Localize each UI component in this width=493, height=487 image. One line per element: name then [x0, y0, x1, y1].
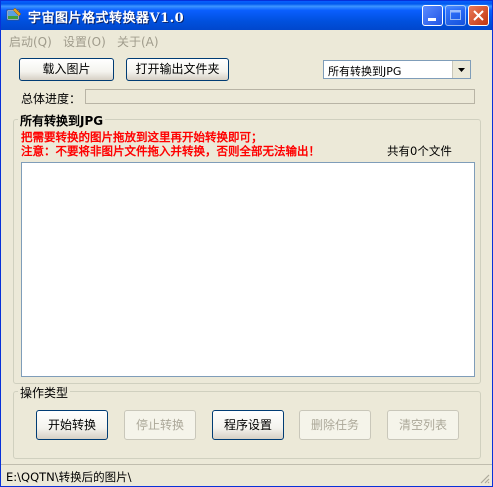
menu-settings[interactable]: 设置(O) — [63, 33, 106, 50]
minimize-button[interactable] — [422, 5, 443, 26]
maximize-icon — [450, 10, 461, 20]
menu-about[interactable]: 关于(A) — [117, 33, 159, 50]
chevron-down-icon — [458, 68, 465, 72]
load-images-button[interactable]: 载入图片 — [19, 58, 114, 81]
menu-start[interactable]: 启动(Q) — [9, 33, 52, 50]
close-button[interactable] — [468, 5, 489, 26]
output-path: E:\QQTN\转换后的图片\ — [6, 470, 132, 484]
minimize-icon — [428, 18, 436, 21]
close-icon — [473, 10, 484, 21]
menu-bar: 启动(Q) 设置(O) 关于(A) — [1, 30, 492, 50]
clear-list-button[interactable]: 清空列表 — [387, 410, 459, 440]
convert-format-select[interactable]: 所有转换到JPG — [323, 60, 471, 79]
app-icon — [6, 7, 22, 21]
app-window: 宇宙图片格式转换器V1.0 启动(Q) 设置(O) 关于(A) 载入图片 打开输… — [0, 0, 493, 487]
stop-convert-button[interactable]: 停止转换 — [124, 410, 196, 440]
overall-progress-bar — [85, 89, 475, 104]
status-bar: E:\QQTN\转换后的图片\ — [1, 464, 492, 486]
program-settings-button[interactable]: 程序设置 — [212, 410, 284, 440]
file-group-title: 所有转换到JPG — [18, 112, 106, 129]
delete-task-button[interactable]: 删除任务 — [299, 410, 371, 440]
resize-grip-icon[interactable] — [478, 472, 490, 484]
open-output-folder-button[interactable]: 打开输出文件夹 — [126, 58, 229, 81]
file-drop-list[interactable] — [21, 162, 475, 377]
operations-group-title: 操作类型 — [18, 384, 71, 401]
title-bar[interactable]: 宇宙图片格式转换器V1.0 — [1, 1, 492, 30]
file-count: 共有0个文件 — [387, 144, 452, 158]
convert-format-value: 所有转换到JPG — [328, 65, 402, 78]
warning-note: 注意：不要将非图片文件拖入并转换，否则全部无法输出！ — [21, 144, 320, 158]
dropdown-arrow-button[interactable] — [452, 61, 470, 78]
window-title: 宇宙图片格式转换器V1.0 — [28, 11, 185, 26]
progress-label: 总体进度： — [21, 92, 82, 106]
start-convert-button[interactable]: 开始转换 — [36, 410, 108, 440]
maximize-button[interactable] — [445, 5, 466, 26]
